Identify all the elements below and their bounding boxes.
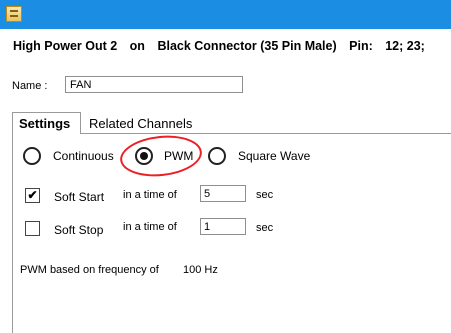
connector-name: Black Connector (35 Pin Male) [157, 39, 337, 53]
soft-start-unit: sec [256, 189, 274, 201]
pwm-frequency-text: PWM based on frequency of [20, 264, 159, 276]
square-wave-radio[interactable] [208, 147, 226, 165]
soft-stop-label: Soft Stop [54, 223, 104, 237]
soft-start-time-input[interactable] [200, 185, 246, 202]
red-highlight-circle [118, 131, 204, 181]
soft-stop-checkbox[interactable] [25, 221, 40, 236]
soft-start-time-label: in a time of [123, 189, 177, 201]
tab-settings[interactable]: Settings [12, 112, 81, 134]
app-icon [6, 6, 22, 22]
square-wave-label: Square Wave [238, 149, 311, 163]
pin-label: Pin: [349, 39, 373, 53]
soft-stop-time-label: in a time of [123, 221, 177, 233]
name-input[interactable] [65, 76, 243, 93]
continuous-label: Continuous [53, 149, 114, 163]
pwm-frequency-value: 100 Hz [183, 264, 218, 276]
name-label: Name : [12, 80, 48, 92]
soft-stop-time-input[interactable] [200, 218, 246, 235]
channel-header: High Power Out 2 on Black Connector (35 … [13, 39, 451, 53]
panel-border [12, 133, 13, 333]
soft-start-checkbox[interactable]: ✔ [25, 188, 40, 203]
soft-start-label: Soft Start [54, 190, 105, 204]
header-on-text: on [129, 39, 145, 53]
pin-numbers: 12; 23; [385, 39, 425, 53]
title-bar [0, 0, 451, 29]
channel-name: High Power Out 2 [13, 39, 118, 53]
continuous-radio[interactable] [23, 147, 41, 165]
soft-stop-unit: sec [256, 222, 274, 234]
tab-divider [81, 133, 451, 134]
